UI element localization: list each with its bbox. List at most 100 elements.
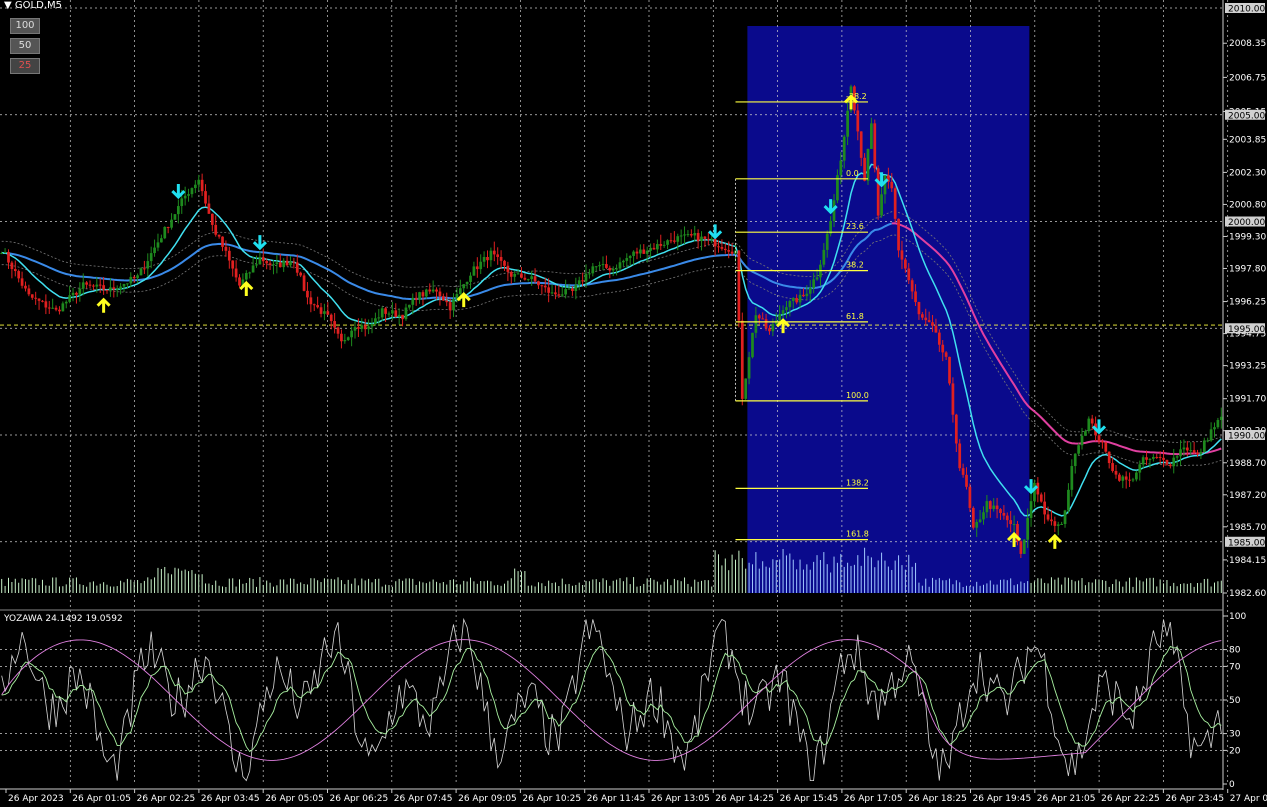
bear-candle — [1168, 464, 1172, 467]
bull-candle — [282, 260, 286, 268]
bear-candle — [441, 296, 445, 301]
bear-candle — [954, 414, 958, 444]
bull-candle — [700, 236, 703, 242]
time-label: 26 Apr 02:25 — [137, 794, 196, 803]
bear-candle — [1101, 441, 1104, 443]
chart-svg[interactable]: -38.20.023.638.261.8100.0138.2161.82008.… — [0, 0, 1267, 804]
bear-candle — [333, 321, 336, 328]
bear-candle — [435, 289, 438, 292]
bull-candle — [95, 284, 99, 287]
bear-candle — [571, 288, 574, 291]
bear-candle — [1097, 435, 1101, 442]
bear-candle — [856, 110, 860, 132]
bull-candle — [1189, 450, 1193, 452]
zoom-100-button[interactable]: 100 — [10, 18, 40, 34]
bear-candle — [934, 325, 938, 333]
bull-candle — [1179, 449, 1182, 457]
bear-candle — [1162, 457, 1165, 460]
zoom-50-button[interactable]: 50 — [10, 38, 40, 54]
chart-window[interactable]: -38.2 0.0 23.6 38.2 61.8 100.0 138.2 161.8 2008.… — [0, 0, 1267, 804]
bear-candle — [98, 284, 102, 286]
bear-candle — [1053, 521, 1057, 526]
bull-candle — [424, 289, 428, 297]
bull-candle — [710, 238, 714, 240]
bull-candle — [0, 252, 4, 254]
bull-candle — [1060, 523, 1063, 525]
bear-candle — [268, 263, 272, 266]
bull-candle — [1121, 476, 1125, 481]
bear-candle — [326, 311, 330, 315]
bear-candle — [329, 314, 333, 322]
bull-candle — [190, 188, 194, 195]
bear-candle — [557, 294, 561, 296]
bear-candle — [988, 501, 992, 509]
indicator-value-1: 24.1492 — [45, 614, 83, 624]
bull-candle — [1135, 472, 1138, 480]
fib-level-label: 61.8 — [846, 312, 864, 321]
bear-candle — [88, 284, 92, 286]
price-tick-label: 2006.75 — [1229, 73, 1266, 83]
bull-candle — [258, 257, 262, 265]
bear-candle — [231, 260, 235, 269]
zoom-25-button[interactable]: 25 — [10, 58, 40, 74]
bear-candle — [537, 281, 540, 286]
bear-candle — [652, 247, 656, 250]
osc-tick-label: 100 — [1229, 612, 1246, 622]
bull-candle — [1029, 501, 1033, 518]
bull-candle — [183, 195, 187, 199]
bear-candle — [937, 332, 941, 345]
bear-candle — [740, 320, 744, 399]
bull-candle — [788, 301, 792, 308]
bear-candle — [13, 269, 17, 272]
bull-candle — [516, 273, 520, 275]
bear-candle — [717, 246, 720, 248]
bear-candle — [302, 275, 306, 291]
bear-candle — [547, 287, 551, 293]
bear-candle — [24, 285, 27, 289]
time-label: 26 Apr 21:05 — [1037, 794, 1096, 803]
bull-candle — [880, 194, 883, 216]
bear-candle — [41, 300, 44, 302]
bull-candle — [68, 295, 72, 302]
bull-candle — [367, 326, 370, 330]
time-label: 26 Apr 17:05 — [844, 794, 903, 803]
bear-candle — [316, 305, 319, 308]
bull-candle — [1172, 457, 1176, 467]
bull-candle — [1026, 517, 1030, 540]
bull-candle — [71, 292, 75, 296]
bull-candle — [676, 236, 680, 242]
bear-candle — [401, 314, 404, 320]
bull-candle — [666, 240, 669, 245]
bear-candle — [7, 251, 10, 263]
time-label: 26 Apr 07:45 — [394, 794, 453, 803]
bull-candle — [1138, 464, 1142, 473]
bear-candle — [210, 213, 214, 225]
bull-candle — [1022, 539, 1026, 554]
bull-candle — [584, 273, 588, 282]
bull-candle — [825, 233, 829, 250]
osc-tick-label: 30 — [1229, 730, 1241, 740]
price-tick-label: 2000.80 — [1229, 200, 1266, 210]
bear-candle — [927, 320, 931, 323]
price-tick-label: 1982.60 — [1229, 589, 1266, 599]
bull-candle — [628, 255, 632, 259]
bull-candle — [129, 276, 133, 284]
bear-candle — [299, 272, 303, 276]
bear-candle — [20, 278, 24, 286]
bear-candle — [496, 254, 500, 257]
bear-candle — [132, 276, 136, 279]
time-label: 26 Apr 06:25 — [330, 794, 389, 803]
bull-candle — [791, 298, 795, 302]
bull-candle — [771, 324, 775, 332]
bear-candle — [581, 280, 584, 282]
bear-candle — [713, 238, 717, 247]
bull-candle — [272, 264, 275, 266]
bull-candle — [686, 234, 690, 236]
bear-candle — [499, 256, 503, 261]
bull-candle — [598, 265, 601, 267]
bull-candle — [136, 275, 139, 279]
price-tick-label: 1999.30 — [1229, 232, 1266, 242]
bear-candle — [764, 319, 768, 329]
bull-candle — [1182, 447, 1186, 450]
bear-candle — [261, 257, 265, 262]
